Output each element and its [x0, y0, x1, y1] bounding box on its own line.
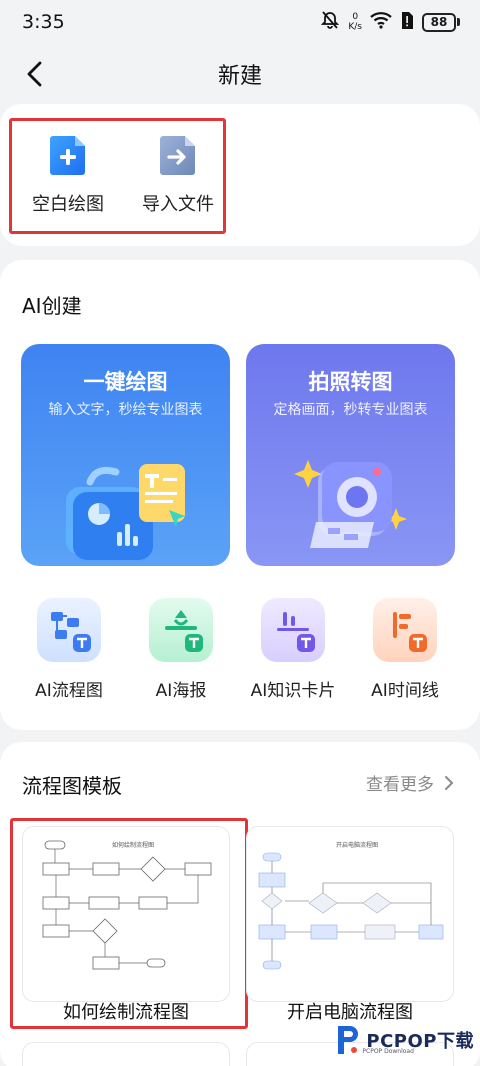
- template-thumbnail-partial[interactable]: [22, 1042, 230, 1066]
- mute-bell-icon: [320, 10, 340, 34]
- flowchart-templates-card: 流程图模板 查看更多 如何绘制流程图 如何绘制流程图 开启电脑流程图 开启电脑流…: [0, 742, 480, 1066]
- import-file-button[interactable]: 导入文件: [128, 134, 228, 216]
- view-more-label: 查看更多: [366, 775, 434, 795]
- watermark-subtext: PCPOP Download: [362, 1048, 414, 1055]
- ai-knowledge-card-label: AI知识卡片: [250, 681, 336, 701]
- battery-indicator: 88: [422, 12, 460, 32]
- quick-actions-card: 空白绘图 导入文件: [0, 104, 480, 246]
- ai-section-title: AI创建: [22, 294, 82, 318]
- network-speed: 0 K/s: [348, 12, 362, 32]
- network-speed-unit: K/s: [348, 22, 362, 32]
- view-more-link[interactable]: 查看更多: [366, 770, 454, 795]
- chart-document-illustration-icon: [66, 464, 185, 560]
- ai-timeline-button[interactable]: AI时间线: [350, 598, 460, 701]
- ai-poster-button[interactable]: AI海报: [126, 598, 236, 701]
- chevron-right-icon: [445, 775, 454, 790]
- thumb-title: 如何绘制流程图: [112, 841, 154, 849]
- flowchart-thumbnail-icon: 开启电脑流程图: [258, 841, 444, 970]
- wifi-icon: [370, 11, 392, 33]
- ai-timeline-label: AI时间线: [371, 681, 439, 701]
- one-click-drawing-title: 一键绘图: [83, 370, 168, 394]
- one-click-drawing-desc: 输入文字，秒绘专业图表: [48, 402, 203, 418]
- template-label[interactable]: 如何绘制流程图: [11, 998, 241, 1024]
- template-label[interactable]: 开启电脑流程图: [235, 998, 465, 1024]
- ai-knowledge-card-icon: [261, 598, 325, 662]
- flowchart-thumbnail-icon: 如何绘制流程图: [42, 840, 212, 970]
- status-bar: 3:35 0 K/s 88: [0, 0, 480, 44]
- camera-illustration-icon: [294, 460, 407, 548]
- battery-tip: [457, 18, 460, 26]
- network-speed-value: 0: [352, 12, 359, 22]
- photo-to-diagram-title: 拍照转图: [308, 370, 393, 394]
- one-click-drawing-card[interactable]: 一键绘图 输入文字，秒绘专业图表: [21, 344, 230, 566]
- page-title: 新建: [217, 64, 262, 89]
- status-icons: 0 K/s 88: [320, 10, 460, 34]
- pcpop-logo-icon: [338, 1026, 359, 1054]
- ai-flowchart-icon: [37, 598, 101, 662]
- photo-to-diagram-card[interactable]: 拍照转图 定格画面，秒转专业图表: [246, 344, 455, 566]
- watermark: PCPOP下载 PCPOP Download: [332, 1022, 474, 1058]
- template-thumbnail[interactable]: 开启电脑流程图: [246, 826, 454, 1002]
- header: 新建: [0, 48, 480, 98]
- template-thumbnail[interactable]: 如何绘制流程图: [22, 826, 230, 1002]
- ai-poster-icon: [149, 598, 213, 662]
- import-file-label: 导入文件: [142, 194, 214, 215]
- ai-flowchart-button[interactable]: AI流程图: [14, 598, 124, 701]
- blank-drawing-label: 空白绘图: [32, 194, 104, 215]
- blank-file-plus-icon: [49, 134, 87, 176]
- ai-flowchart-label: AI流程图: [35, 681, 103, 701]
- ai-knowledge-card-button[interactable]: AI知识卡片: [238, 598, 348, 701]
- ai-create-card: AI创建 一键绘图 输入文字，秒绘专业图表 拍照转图 定格画面，秒转专业图表 A…: [0, 260, 480, 730]
- ai-timeline-icon: [373, 598, 437, 662]
- flow-section-title: 流程图模板: [22, 774, 122, 798]
- sim-alert-icon: [400, 11, 414, 34]
- thumb-title: 开启电脑流程图: [336, 841, 378, 849]
- blank-drawing-button[interactable]: 空白绘图: [18, 134, 118, 216]
- battery-level: 88: [422, 12, 456, 32]
- ai-poster-label: AI海报: [155, 681, 207, 701]
- photo-to-diagram-desc: 定格画面，秒转专业图表: [273, 402, 428, 418]
- status-time: 3:35: [22, 11, 65, 33]
- import-file-arrow-icon: [159, 134, 197, 176]
